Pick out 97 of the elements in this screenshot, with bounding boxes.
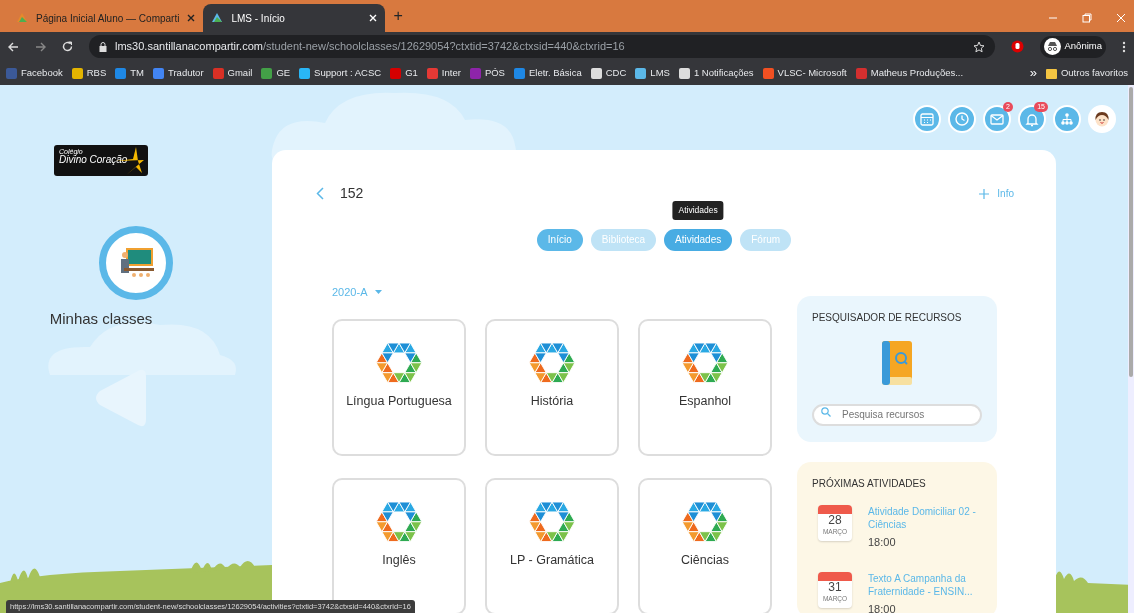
panel-title: PESQUISADOR DE RECURSOS [812, 311, 963, 325]
site-icon [855, 67, 867, 79]
profile-button[interactable] [1088, 105, 1116, 133]
bookmarks-overflow-button[interactable]: » [1029, 63, 1037, 83]
bookmark-folder[interactable]: Outros favoritos [1045, 65, 1128, 81]
address-bar[interactable]: lms30.santillanacompartir.com/student-new/schoolclasses/12629054?ctxtid=3742&ctxsid=440&ctxrid=16 [89, 35, 995, 58]
bookmark-link[interactable]: GE [261, 65, 291, 81]
bookmark-link[interactable]: Support : ACSC [299, 65, 382, 81]
new-tab-button[interactable]: + [393, 4, 403, 28]
more-menu-icon[interactable] [1122, 40, 1126, 53]
calendar-day: 28 [828, 513, 842, 527]
site-icon [469, 67, 481, 79]
folder-icon [1045, 67, 1057, 79]
close-icon[interactable] [187, 14, 196, 22]
logo-name: Divino Coração [59, 155, 129, 165]
activity-time: 18:00 [868, 534, 897, 550]
site-icon [71, 67, 83, 79]
reload-icon[interactable] [62, 41, 73, 52]
star-icon[interactable] [972, 40, 985, 53]
site-icon [590, 67, 602, 79]
bookmark-link[interactable]: Tradutor [153, 65, 204, 81]
back-arrow-icon[interactable] [8, 41, 19, 52]
panel-title: PRÓXIMAS ATIVIDADES [812, 476, 927, 491]
subject-name: Língua Portuguesa [346, 393, 452, 410]
bookmark-link[interactable]: Facebook [6, 65, 63, 81]
bookmark-link[interactable]: G1 [390, 65, 418, 81]
calendar-header [818, 572, 852, 581]
incognito-icon [1043, 38, 1061, 55]
subject-card[interactable]: Língua Portuguesa [332, 319, 466, 456]
book-icon [880, 341, 914, 387]
plus-icon [979, 188, 990, 199]
scrollbar-thumb[interactable] [1129, 87, 1133, 377]
bookmark-link[interactable]: VLSC- Microsoft [762, 65, 847, 81]
search-icon [821, 407, 831, 417]
avatar-icon [1093, 110, 1111, 128]
hierarchy-icon [1058, 110, 1076, 128]
activity-time: 18:00 [868, 602, 897, 613]
clock-icon [953, 110, 971, 128]
site-icon [635, 67, 647, 79]
classes-label[interactable]: Minhas classes [49, 308, 153, 331]
subject-name: LP - Gramática [510, 551, 594, 569]
tooltip: Atividades [672, 201, 724, 220]
subject-name: História [530, 393, 574, 410]
lock-icon [99, 41, 107, 52]
site-icon [6, 67, 17, 79]
site-icon [426, 67, 438, 79]
site-icon [390, 67, 402, 79]
site-icon [678, 67, 690, 79]
search-field[interactable]: Pesquisa recursos [812, 403, 982, 426]
triangle-cluster-icon [376, 343, 422, 383]
forward-arrow-icon[interactable] [35, 41, 46, 52]
site-icon [212, 67, 224, 79]
bookmark-link[interactable]: Eletr. Básica [513, 65, 582, 81]
site-icon [153, 67, 164, 79]
bookmark-link[interactable]: CDC [590, 65, 627, 81]
subject-card[interactable]: Espanhol [638, 319, 772, 456]
site-icon [513, 67, 525, 79]
bookmark-link[interactable]: LMS [635, 65, 670, 81]
calendar-header [818, 504, 852, 514]
subject-name: Inglês [382, 551, 416, 569]
bookmark-link[interactable]: RBS [71, 65, 107, 81]
site-icon [115, 67, 127, 79]
triangle-cluster-icon [376, 501, 422, 542]
bookmark-link[interactable]: Matheus Produções... [855, 65, 964, 81]
profile-button[interactable]: Anônima [1039, 35, 1106, 58]
site-icon [261, 67, 273, 79]
triangle-cluster-icon [682, 343, 728, 383]
triangle-cluster-icon [529, 343, 575, 383]
triangle-cluster-icon [682, 501, 728, 542]
header-button[interactable] [948, 105, 976, 133]
bookmark-link[interactable]: Inter [426, 65, 461, 81]
header-button[interactable] [1053, 105, 1081, 133]
bookmark-link[interactable]: TM [115, 65, 144, 81]
bookmark-link[interactable]: Gmail [212, 65, 253, 81]
browser-tab[interactable]: Página Inicial Aluno — Comparti [8, 4, 204, 32]
subject-card[interactable]: LP - Gramática [485, 477, 619, 613]
calendar-day: 31 [828, 581, 842, 595]
site-icon [299, 67, 311, 79]
subject-card[interactable]: História [485, 319, 619, 456]
caret-icon [375, 289, 383, 294]
bookmark-link[interactable]: PÓS [469, 65, 505, 81]
calendar-icon [918, 110, 936, 128]
header-button[interactable] [913, 105, 941, 133]
restore-icon[interactable] [1082, 13, 1092, 23]
triangle-cluster-icon [529, 501, 575, 542]
subject-name: Ciências [681, 551, 729, 569]
scrollbar-track[interactable] [1128, 85, 1134, 613]
logo-icon [16, 12, 28, 24]
site-icon [762, 67, 774, 79]
class-title: 152 [340, 184, 364, 203]
browser-tab[interactable]: LMS - Início [203, 4, 386, 32]
logo-icon [211, 12, 224, 24]
subject-card[interactable]: Ciências [638, 477, 772, 613]
back-chevron-icon[interactable] [316, 187, 324, 200]
bookmark-link[interactable]: 1 Notificações [678, 65, 754, 81]
teacher-blackboard-icon [118, 247, 154, 279]
subject-name: Espanhol [678, 393, 732, 410]
